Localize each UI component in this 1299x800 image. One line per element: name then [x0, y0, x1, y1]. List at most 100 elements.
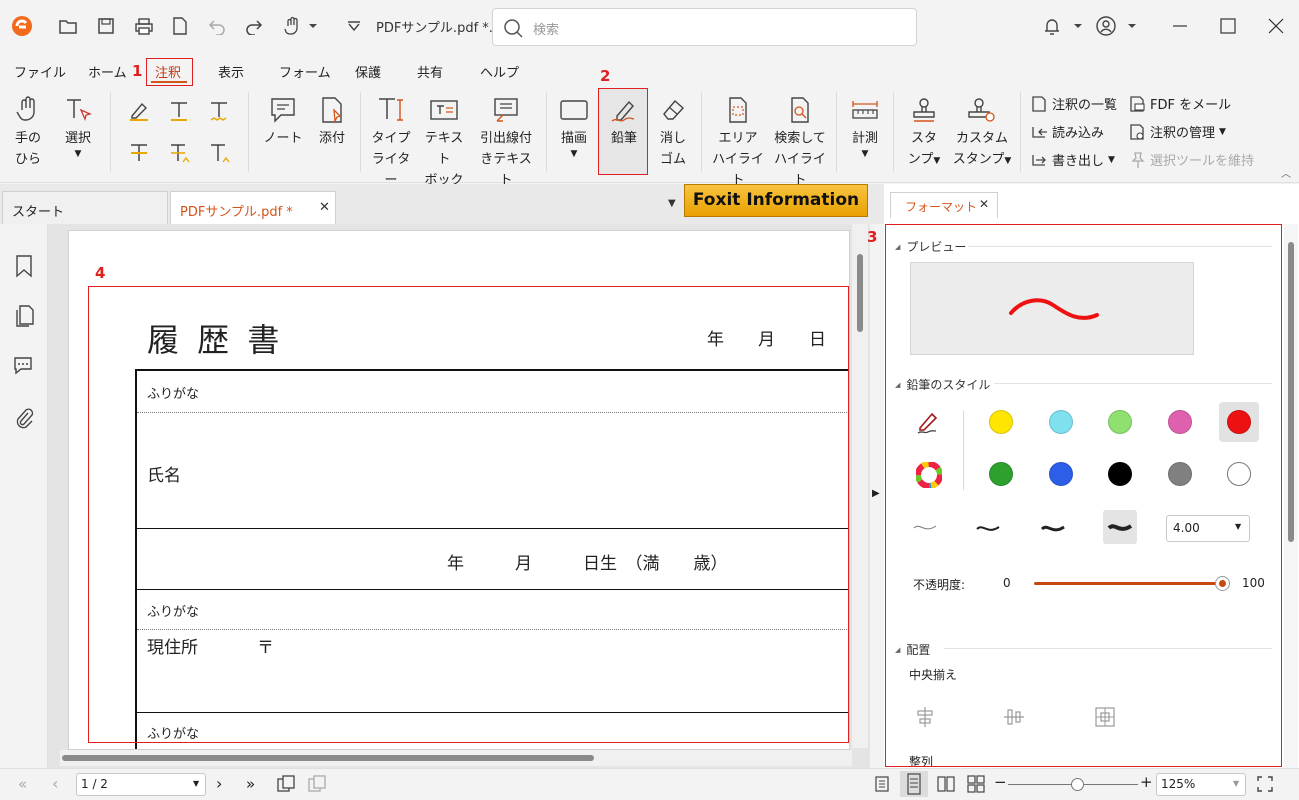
import-button[interactable]: 読み込み	[1030, 122, 1104, 141]
custom-stamp-button[interactable]: カスタム スタンプ▼	[952, 96, 1012, 172]
tab-document[interactable]: PDFサンプル.pdf * ✕	[170, 191, 336, 224]
pages-icon[interactable]	[14, 304, 34, 328]
customize-dropdown-icon[interactable]	[342, 14, 366, 38]
continuous-view-icon[interactable]	[900, 771, 928, 797]
opacity-slider-track[interactable]	[1034, 582, 1222, 585]
account-icon[interactable]	[1095, 14, 1139, 38]
color-swatch[interactable]	[1168, 410, 1192, 434]
comments-icon[interactable]	[12, 354, 34, 376]
single-page-view-icon[interactable]	[873, 775, 891, 793]
search-input[interactable]: 検索	[492, 8, 917, 46]
first-page-icon[interactable]: «	[18, 775, 27, 793]
document-properties-icon[interactable]	[168, 14, 192, 38]
stamp-button[interactable]: スタ ンプ▼	[904, 96, 944, 172]
line-width-3-icon[interactable]	[1040, 518, 1068, 538]
color-swatch[interactable]	[989, 410, 1013, 434]
open-folder-icon[interactable]	[56, 14, 80, 38]
fit-page-icon[interactable]	[1256, 775, 1274, 793]
menu-share[interactable]: 共有	[417, 62, 443, 81]
placement-section-header[interactable]: ◢ 配置	[895, 641, 930, 658]
line-width-1-icon[interactable]	[912, 518, 938, 538]
horizontal-scrollbar[interactable]	[60, 750, 852, 766]
highlight-icon[interactable]	[128, 100, 150, 122]
opacity-slider-thumb[interactable]	[1215, 576, 1230, 591]
menu-file[interactable]: ファイル	[14, 62, 66, 81]
horizontal-scroll-thumb[interactable]	[62, 755, 594, 761]
menu-view[interactable]: 表示	[218, 62, 244, 81]
menu-comment[interactable]: 注釈	[155, 62, 181, 81]
close-format-icon[interactable]: ✕	[979, 197, 989, 211]
hand-dropdown-icon[interactable]	[282, 14, 320, 38]
replace-text-icon[interactable]	[168, 142, 190, 164]
color-swatch[interactable]	[1108, 410, 1132, 434]
last-page-icon[interactable]: »	[246, 775, 255, 793]
continuous-facing-view-icon[interactable]	[966, 775, 986, 793]
hand-tool-button[interactable]: 手の ひら	[8, 96, 48, 170]
search-highlight-button[interactable]: 検索して ハイライト	[772, 96, 828, 191]
menu-form[interactable]: フォーム	[279, 62, 331, 81]
notification-bell-icon[interactable]	[1040, 14, 1084, 38]
thickness-select[interactable]: 4.00 ▼	[1166, 515, 1250, 542]
color-swatch[interactable]	[1227, 410, 1251, 434]
draw-button[interactable]: 描画 ▼	[554, 96, 594, 159]
manage-comments-button[interactable]: 注釈の管理 ▼	[1128, 122, 1226, 141]
comment-list-button[interactable]: 注釈の一覧	[1030, 94, 1117, 113]
next-view-icon[interactable]	[307, 775, 327, 793]
attachments-icon[interactable]	[14, 406, 34, 430]
color-swatch[interactable]	[1049, 462, 1073, 486]
custom-color-wheel-icon[interactable]	[916, 462, 942, 488]
select-tool-button[interactable]: 選択 ▼	[58, 96, 98, 159]
previous-page-icon[interactable]: ‹	[52, 774, 58, 793]
menu-protect[interactable]: 保護	[355, 62, 381, 81]
color-swatch[interactable]	[989, 462, 1013, 486]
tab-start[interactable]: スタート	[2, 191, 168, 224]
fdf-email-button[interactable]: FDF をメール	[1128, 94, 1231, 113]
close-icon[interactable]	[1264, 14, 1288, 38]
typewriter-button[interactable]: タイプ ライター	[368, 96, 414, 191]
measure-button[interactable]: 計測 ▼	[845, 96, 885, 159]
minimize-icon[interactable]	[1168, 14, 1192, 38]
pen-color-icon[interactable]	[916, 410, 942, 436]
zoom-select[interactable]: 125% ▼	[1156, 773, 1246, 796]
color-swatch[interactable]	[1227, 462, 1251, 486]
save-icon[interactable]	[94, 14, 118, 38]
page-number-select[interactable]: 1 / 2 ▼	[76, 773, 206, 796]
align-vertical-center-icon[interactable]	[1003, 706, 1025, 728]
zoom-out-icon[interactable]: −	[994, 773, 1007, 791]
format-panel-scrollbar[interactable]	[1284, 224, 1298, 768]
vertical-scrollbar[interactable]	[852, 224, 868, 748]
tab-list-dropdown-icon[interactable]: ▼	[668, 198, 676, 209]
callout-button[interactable]: 引出線付 きテキスト	[474, 96, 538, 191]
facing-view-icon[interactable]	[936, 775, 956, 793]
pencil-style-section-header[interactable]: ◢ 鉛筆のスタイル	[895, 376, 990, 393]
close-tab-icon[interactable]: ✕	[319, 200, 330, 215]
keep-tool-button[interactable]: 選択ツールを維持	[1128, 150, 1254, 169]
line-width-2-icon[interactable]	[975, 518, 1003, 538]
expand-right-panel-icon[interactable]: ▶	[872, 488, 880, 499]
foxit-information-banner[interactable]: Foxit Information	[684, 184, 868, 217]
menu-help[interactable]: ヘルプ	[480, 62, 519, 81]
previous-view-icon[interactable]	[276, 775, 296, 793]
preview-section-header[interactable]: ◢ プレビュー	[895, 238, 966, 255]
attach-button[interactable]: 添付	[312, 96, 352, 149]
align-horizontal-center-icon[interactable]	[914, 706, 936, 728]
undo-icon[interactable]	[205, 14, 229, 38]
foxit-logo-icon[interactable]	[10, 14, 34, 38]
zoom-slider-thumb[interactable]	[1071, 778, 1084, 791]
strikeout-icon[interactable]	[128, 142, 150, 164]
underline-icon[interactable]	[168, 100, 190, 122]
maximize-icon[interactable]	[1216, 14, 1240, 38]
print-icon[interactable]	[132, 14, 156, 38]
menu-home[interactable]: ホーム	[88, 62, 127, 81]
format-panel-scroll-thumb[interactable]	[1288, 242, 1294, 542]
color-swatch[interactable]	[1108, 462, 1132, 486]
line-width-4-icon[interactable]	[1103, 510, 1137, 544]
redo-icon[interactable]	[242, 14, 266, 38]
pencil-button[interactable]: 鉛筆	[603, 96, 645, 149]
squiggly-icon[interactable]	[208, 100, 230, 122]
eraser-button[interactable]: 消し ゴム	[654, 96, 692, 170]
export-button[interactable]: 書き出し ▼	[1030, 150, 1115, 169]
vertical-scroll-thumb[interactable]	[857, 254, 863, 332]
note-button[interactable]: ノート	[262, 96, 304, 149]
insert-text-icon[interactable]	[208, 142, 230, 164]
